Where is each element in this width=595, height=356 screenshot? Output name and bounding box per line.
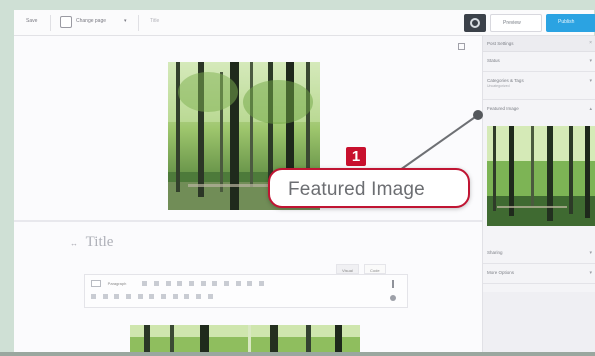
sidebar-empty-area bbox=[483, 292, 595, 356]
more-options-icon[interactable] bbox=[392, 280, 394, 288]
formatting-row-1: Paragraph bbox=[91, 280, 401, 290]
callout-label: Featured Image bbox=[288, 179, 425, 200]
chevron-down-icon: ▾ bbox=[589, 78, 592, 84]
gear-icon bbox=[470, 18, 480, 28]
link-icon[interactable] bbox=[189, 281, 195, 286]
chevron-down-icon: ▾ bbox=[589, 250, 592, 256]
publish-label: Publish bbox=[558, 19, 575, 25]
indent-icon[interactable] bbox=[114, 294, 120, 299]
preview-button[interactable]: Preview bbox=[490, 14, 542, 32]
align-justify-icon[interactable] bbox=[247, 281, 253, 286]
code-icon[interactable] bbox=[172, 294, 178, 299]
chevron-down-icon: ▾ bbox=[589, 270, 592, 276]
sidebar-item-status[interactable]: Status ▾ bbox=[483, 52, 595, 72]
sidebar-item-label: Featured Image bbox=[487, 106, 519, 111]
special-char-icon[interactable] bbox=[184, 294, 190, 299]
align-left-icon[interactable] bbox=[212, 281, 218, 286]
clear-format-icon[interactable] bbox=[196, 294, 202, 299]
sidebar-item-label: More Options bbox=[487, 270, 515, 275]
featured-image-callout: Featured Image bbox=[268, 168, 470, 208]
formatting-row-2 bbox=[91, 294, 401, 304]
forest-thumbnail bbox=[487, 126, 595, 226]
underline-icon[interactable] bbox=[165, 281, 171, 286]
post-settings-sidebar: Post Settings × Status ▾ Categories & Ta… bbox=[482, 36, 595, 356]
formatting-toolbar: Paragraph bbox=[84, 274, 408, 308]
tab-visual[interactable]: Visual bbox=[336, 264, 359, 274]
post-title-input[interactable]: Title bbox=[86, 234, 114, 251]
toolbar-divider bbox=[50, 15, 51, 31]
bottom-edge bbox=[0, 352, 595, 356]
outdent-icon[interactable] bbox=[126, 294, 132, 299]
align-center-icon[interactable] bbox=[224, 281, 230, 286]
sidebar-item-label: Sharing bbox=[487, 250, 503, 255]
chevron-down-icon[interactable]: ▾ bbox=[124, 18, 127, 24]
sidebar-item-more-options[interactable]: More Options ▾ bbox=[483, 264, 595, 284]
sidebar-toggle-icon[interactable] bbox=[458, 43, 465, 50]
text-color-icon[interactable] bbox=[200, 281, 206, 286]
sidebar-header[interactable]: Post Settings × bbox=[483, 36, 595, 52]
italic-icon[interactable] bbox=[154, 281, 160, 286]
close-icon[interactable]: × bbox=[589, 40, 592, 46]
sidebar-item-featured-image[interactable]: Featured Image ▴ bbox=[483, 100, 595, 124]
help-icon[interactable] bbox=[390, 295, 396, 301]
preview-label: Preview bbox=[503, 20, 521, 26]
quote-icon[interactable] bbox=[137, 294, 143, 299]
add-media-icon[interactable] bbox=[91, 280, 101, 287]
toolbar-divider bbox=[138, 15, 139, 31]
tab-code[interactable]: Code bbox=[364, 264, 386, 274]
table-icon[interactable] bbox=[149, 294, 155, 299]
chevron-up-icon: ▴ bbox=[589, 106, 592, 112]
chevron-down-icon: ▾ bbox=[589, 58, 592, 64]
bold-icon[interactable] bbox=[142, 281, 148, 286]
section-divider bbox=[14, 220, 482, 222]
change-page-label[interactable]: Change page bbox=[76, 18, 106, 24]
sidebar-item-sharing[interactable]: Sharing ▾ bbox=[483, 244, 595, 264]
featured-image-thumbnail[interactable] bbox=[487, 126, 595, 226]
redo-icon[interactable] bbox=[102, 294, 108, 299]
title-row: ↔ Title bbox=[70, 234, 113, 251]
drag-handle-icon[interactable]: ↔ bbox=[70, 239, 80, 248]
list-icon[interactable] bbox=[259, 281, 265, 286]
settings-button[interactable] bbox=[464, 14, 486, 32]
toolbar-field-text[interactable]: Title bbox=[150, 18, 159, 24]
editor-toolbar: Save Change page ▾ Title Preview Publish bbox=[14, 10, 595, 36]
page-icon[interactable] bbox=[60, 16, 72, 28]
step-number-badge: 1 bbox=[346, 147, 366, 166]
strikethrough-icon[interactable] bbox=[177, 281, 183, 286]
block-style-select[interactable]: Paragraph bbox=[108, 281, 136, 286]
sidebar-item-label: Status bbox=[487, 58, 500, 63]
sidebar-item-sub: Uncategorized bbox=[487, 84, 510, 88]
sidebar-item-label: Categories & Tags bbox=[487, 78, 524, 83]
sidebar-item-categories[interactable]: Categories & Tags Uncategorized ▾ bbox=[483, 72, 595, 100]
publish-button[interactable]: Publish bbox=[546, 14, 595, 32]
fullscreen-icon[interactable] bbox=[207, 294, 213, 299]
align-right-icon[interactable] bbox=[235, 281, 241, 286]
image-icon[interactable] bbox=[161, 294, 167, 299]
sidebar-header-label: Post Settings bbox=[487, 41, 514, 46]
save-label[interactable]: Save bbox=[26, 18, 37, 24]
undo-icon[interactable] bbox=[91, 294, 96, 299]
